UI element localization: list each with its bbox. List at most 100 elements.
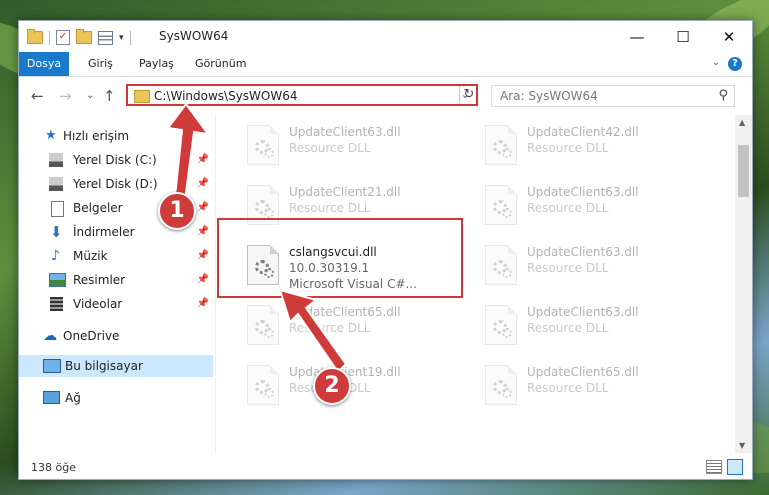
- pin-icon[interactable]: 📌: [197, 293, 209, 315]
- folder-icon: [134, 90, 150, 103]
- dll-file-icon: [485, 125, 517, 165]
- file-item[interactable]: UpdateClient63.dll Resource DLL: [239, 121, 459, 171]
- back-arrow-icon[interactable]: ←: [31, 87, 44, 105]
- step-badge-2: 2: [313, 367, 351, 405]
- file-item[interactable]: UpdateClient65.dll Resource DLL: [477, 361, 697, 411]
- file-description: Resource DLL: [527, 381, 609, 395]
- file-item[interactable]: UpdateClient63.dll Resource DLL: [477, 181, 697, 231]
- sidebar-item-label: Hızlı erişim: [63, 129, 130, 143]
- navigation-bar: ← → ⌄ ↑ C:\Windows\SysWOW64 ⌄ ↻ Ara: Sys…: [19, 77, 752, 115]
- pictures-icon: [49, 273, 66, 287]
- sidebar-item-this-pc[interactable]: Bu bilgisayar: [19, 355, 213, 377]
- expand-ribbon-icon[interactable]: ⌄: [712, 57, 720, 68]
- pin-icon[interactable]: 📌: [197, 221, 209, 243]
- divider: [49, 30, 50, 45]
- gear-icon: [502, 148, 512, 158]
- file-item[interactable]: UpdateClient63.dll Resource DLL: [477, 241, 697, 291]
- file-name: UpdateClient63.dll: [527, 305, 639, 319]
- gear-icon: [264, 148, 274, 158]
- sidebar-item-network[interactable]: Ağ: [19, 387, 215, 409]
- dll-file-icon: [485, 365, 517, 405]
- file-description: Resource DLL: [527, 141, 609, 155]
- sidebar-item-pictures[interactable]: Resimler 📌: [19, 269, 215, 291]
- sidebar-item-label: Ağ: [65, 391, 81, 405]
- minimize-button[interactable]: —: [614, 21, 660, 52]
- gear-icon: [502, 328, 512, 338]
- properties-check-icon[interactable]: ✓: [56, 30, 70, 45]
- file-name: UpdateClient63.dll: [289, 125, 401, 139]
- file-description: Resource DLL: [527, 201, 609, 215]
- step-badge-1: 1: [158, 192, 196, 230]
- title-bar: ✓ ▾ SysWOW64 — ☐ ✕: [19, 21, 752, 52]
- dll-file-icon: [485, 185, 517, 225]
- star-icon: ★: [45, 128, 57, 143]
- properties-icon[interactable]: [98, 30, 113, 45]
- help-icon[interactable]: ?: [728, 57, 742, 71]
- sidebar-item-videos[interactable]: Videolar 📌: [19, 293, 215, 315]
- tab-view[interactable]: Görünüm: [195, 52, 246, 76]
- file-name: UpdateClient42.dll: [527, 125, 639, 139]
- search-placeholder[interactable]: Ara: SysWOW64: [500, 89, 598, 103]
- sidebar-item-label: Bu bilgisayar: [65, 359, 143, 373]
- new-folder-icon[interactable]: [76, 29, 92, 44]
- sidebar-item-label: Belgeler: [73, 201, 123, 215]
- recent-locations-icon[interactable]: ⌄: [86, 90, 94, 101]
- file-item[interactable]: UpdateClient63.dll Resource DLL: [477, 301, 697, 351]
- status-bar: 138 öğe: [19, 455, 752, 479]
- gear-icon: [264, 388, 274, 398]
- cloud-icon: ☁: [43, 328, 57, 344]
- close-button[interactable]: ✕: [706, 21, 752, 52]
- scroll-up-icon[interactable]: ▲: [739, 118, 745, 127]
- search-box[interactable]: Ara: SysWOW64 ⚲: [491, 85, 735, 107]
- folder-icon[interactable]: [27, 29, 43, 44]
- gear-icon: [502, 208, 512, 218]
- file-name: UpdateClient65.dll: [527, 365, 639, 379]
- sidebar-item-label: Yerel Disk (C:): [73, 153, 157, 167]
- divider: [129, 30, 131, 45]
- maximize-button[interactable]: ☐: [660, 21, 706, 52]
- file-name: UpdateClient63.dll: [527, 245, 639, 259]
- file-description: Resource DLL: [289, 201, 371, 215]
- item-count: 138 öğe: [31, 461, 76, 474]
- up-arrow-icon[interactable]: ↑: [103, 87, 116, 105]
- scrollbar-thumb[interactable]: [738, 145, 749, 197]
- forward-arrow-icon[interactable]: →: [59, 87, 72, 105]
- pin-icon[interactable]: 📌: [197, 269, 209, 291]
- dll-file-icon: [485, 245, 517, 285]
- gear-icon: [264, 208, 274, 218]
- download-icon: ⬇: [50, 223, 63, 241]
- sidebar-item-label: OneDrive: [63, 329, 120, 343]
- computer-icon: [43, 359, 61, 373]
- music-icon: ♪: [51, 248, 60, 264]
- file-name: UpdateClient63.dll: [527, 185, 639, 199]
- videos-icon: [50, 297, 63, 311]
- refresh-icon[interactable]: ↻: [459, 86, 478, 104]
- quick-access-toolbar: ✓ ▾: [27, 29, 131, 45]
- vertical-scrollbar[interactable]: ▲ ▼: [735, 115, 752, 453]
- sidebar-item-music[interactable]: ♪ Müzik 📌: [19, 245, 215, 267]
- customize-toolbar-icon[interactable]: ▾: [119, 33, 124, 43]
- tab-share[interactable]: Paylaş: [139, 52, 174, 76]
- window-title: SysWOW64: [159, 29, 229, 43]
- search-icon[interactable]: ⚲: [718, 88, 728, 103]
- ribbon-tabs: Dosya Giriş Paylaş Görünüm ⌄ ?: [19, 52, 752, 77]
- details-view-icon[interactable]: [706, 460, 722, 474]
- tab-home[interactable]: Giriş: [88, 52, 113, 76]
- sidebar-item-label: İndirmeler: [73, 225, 135, 239]
- dll-file-icon: [485, 305, 517, 345]
- document-icon: [51, 201, 64, 217]
- sidebar-item-label: Müzik: [73, 249, 108, 263]
- tiles-view-icon[interactable]: [727, 459, 743, 475]
- sidebar-item-label: Resimler: [73, 273, 126, 287]
- pin-icon[interactable]: 📌: [197, 245, 209, 267]
- file-description: Resource DLL: [527, 321, 609, 335]
- dll-file-icon: [247, 125, 279, 165]
- sidebar-item-onedrive[interactable]: ☁ OneDrive: [19, 325, 215, 347]
- file-description: Resource DLL: [527, 261, 609, 275]
- file-description: Resource DLL: [289, 141, 371, 155]
- scroll-down-icon[interactable]: ▼: [739, 441, 745, 450]
- file-name: UpdateClient21.dll: [289, 185, 401, 199]
- file-item[interactable]: UpdateClient42.dll Resource DLL: [477, 121, 697, 171]
- sidebar-item-label: Yerel Disk (D:): [73, 177, 158, 191]
- tab-file[interactable]: Dosya: [19, 52, 69, 76]
